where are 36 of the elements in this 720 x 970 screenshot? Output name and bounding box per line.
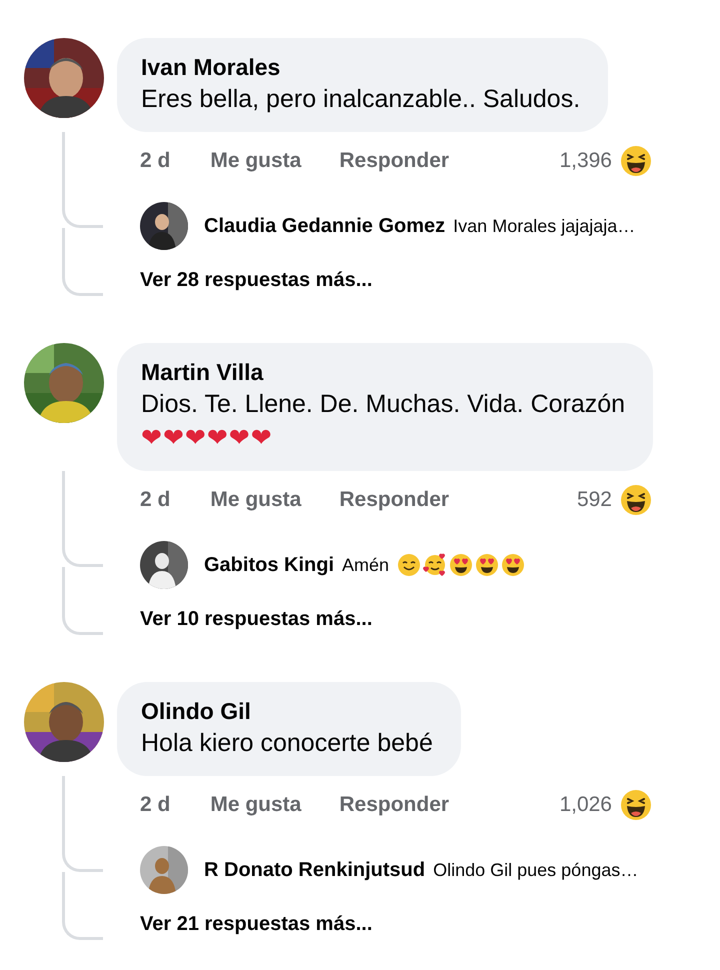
smiling-hearts-face-icon	[423, 553, 448, 577]
more-replies-link[interactable]: Ver 10 respuestas más...	[140, 608, 372, 630]
smiling-face-icon	[397, 553, 422, 577]
author-name[interactable]: Olindo Gil	[141, 696, 433, 726]
author-name[interactable]: Martin Villa	[141, 357, 626, 387]
laughing-emoji-icon	[620, 484, 652, 516]
reaction-count[interactable]: 592	[576, 488, 612, 512]
like-button[interactable]: Me gusta	[210, 488, 302, 512]
reply-author-name[interactable]: Gabitos Kingi	[204, 554, 334, 576]
reply-text: Ivan Morales jajajaja…	[453, 216, 636, 236]
reply-button[interactable]: Responder	[339, 793, 450, 817]
heart-eyes-face-icon	[501, 553, 526, 577]
more-replies-link[interactable]: Ver 21 respuestas más...	[140, 912, 372, 936]
reply-button[interactable]: Responder	[339, 149, 450, 173]
reply-author-name[interactable]: Claudia Gedannie Gomez	[204, 214, 446, 238]
reply-text: Amén	[342, 554, 390, 576]
like-button[interactable]: Me gusta	[210, 149, 302, 173]
author-name[interactable]: Ivan Morales	[141, 52, 580, 82]
reaction-count[interactable]: 1,396	[559, 149, 612, 173]
comment-text: Hola kiero conocerte bebé	[141, 728, 433, 759]
heart-emojis: ❤❤❤❤❤❤	[141, 422, 274, 454]
reaction-count[interactable]: 1,026	[559, 793, 612, 817]
comment-time: 2 d	[140, 149, 170, 173]
like-button[interactable]: Me gusta	[210, 793, 302, 817]
comment-time: 2 d	[140, 488, 170, 512]
reply-button[interactable]: Responder	[339, 488, 450, 512]
heart-eyes-face-icon	[475, 553, 500, 577]
reply-author-name[interactable]: R Donato Renkinjutsud	[204, 858, 426, 882]
more-replies-link[interactable]: Ver 28 respuestas más...	[140, 268, 372, 292]
heart-eyes-face-icon	[449, 553, 474, 577]
reply-text: Olindo Gil pues póngas…	[433, 860, 638, 880]
comment-text: Dios. Te. Llene. De. Muchas. Vida. Corazón	[141, 389, 626, 420]
laughing-emoji-icon	[620, 145, 652, 177]
comment-text: Eres bella, pero inalcanzable.. Saludos.	[141, 84, 580, 115]
comment-time: 2 d	[140, 793, 170, 817]
laughing-emoji-icon	[620, 789, 652, 821]
